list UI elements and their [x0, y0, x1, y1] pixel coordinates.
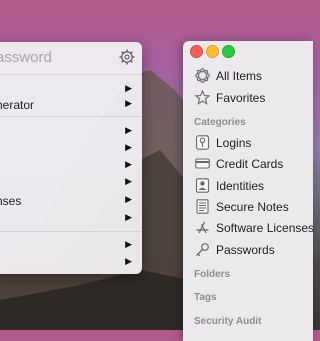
sidebar-item-label: Secure Notes	[216, 200, 289, 214]
sidebar-item-all-items[interactable]: All Items	[195, 68, 320, 86]
submenu-arrow-icon: ▶	[125, 83, 132, 93]
popup-row[interactable]: ▶	[0, 211, 142, 228]
sidebar-item-credit-cards[interactable]: Credit Cards	[195, 156, 320, 174]
sidebar-item-label: Identities	[216, 179, 265, 193]
key-icon	[195, 135, 210, 150]
main-window-sidebar: All Items Favorites Categories Logins Cr…	[183, 41, 314, 341]
submenu-arrow-icon: ▶	[125, 239, 132, 249]
divider	[0, 231, 142, 232]
popup-row-label: nerator	[0, 98, 35, 112]
app-store-icon	[196, 221, 209, 234]
submenu-arrow-icon: ▶	[125, 256, 132, 266]
all-items-icon	[195, 68, 210, 83]
popup-row[interactable]: ▶	[0, 175, 142, 192]
sidebar-item-label: All Items	[216, 69, 263, 83]
popup-row-generator[interactable]: nerator ▶	[0, 97, 142, 114]
popup-row-licenses[interactable]: nses ▶	[0, 193, 142, 210]
gear-icon[interactable]	[119, 49, 135, 65]
password-key-icon	[196, 243, 209, 257]
submenu-arrow-icon: ▶	[125, 194, 132, 204]
sidebar-item-label: Logins	[216, 136, 252, 150]
popup-row[interactable]: ▶	[0, 124, 142, 141]
sidebar-item-identities[interactable]: Identities	[195, 178, 320, 196]
sidebar-item-label: Passwords	[216, 243, 275, 257]
section-header-folders[interactable]: Folders	[194, 269, 230, 280]
star-icon	[195, 90, 210, 105]
sidebar-item-secure-notes[interactable]: Secure Notes	[195, 199, 320, 217]
sidebar-item-logins[interactable]: Logins	[195, 135, 320, 153]
section-header-security-audit[interactable]: Security Audit	[194, 316, 261, 327]
sidebar-item-label: Credit Cards	[216, 157, 284, 171]
sidebar-item-favorites[interactable]: Favorites	[195, 90, 320, 108]
submenu-arrow-icon: ▶	[125, 142, 132, 152]
sidebar-item-software-licenses[interactable]: Software Licenses	[195, 220, 320, 238]
submenu-arrow-icon: ▶	[125, 98, 132, 108]
submenu-arrow-icon: ▶	[125, 212, 132, 222]
section-header-categories: Categories	[194, 117, 246, 128]
search-input[interactable]: assword	[0, 49, 52, 66]
submenu-arrow-icon: ▶	[125, 176, 132, 186]
submenu-arrow-icon: ▶	[125, 125, 132, 135]
credit-card-icon	[195, 158, 210, 169]
submenu-arrow-icon: ▶	[125, 159, 132, 169]
sidebar-item-label: Software Licenses	[216, 221, 315, 235]
identity-icon	[195, 178, 210, 193]
note-icon	[196, 199, 209, 214]
popup-row-label: nses	[0, 194, 22, 208]
mini-popup: assword ▶ nerator ▶ ▶ ▶ ▶ ▶	[0, 42, 142, 274]
sidebar-item-passwords[interactable]: Passwords	[195, 242, 320, 260]
divider	[0, 116, 142, 117]
search-bar[interactable]: assword	[0, 42, 142, 75]
section-header-tags[interactable]: Tags	[194, 292, 217, 303]
popup-row[interactable]: ▶	[0, 238, 142, 255]
minimize-window-button[interactable]	[206, 45, 219, 58]
popup-row[interactable]: ▶	[0, 141, 142, 158]
popup-row[interactable]: ▶	[0, 158, 142, 175]
sidebar-item-label: Favorites	[216, 91, 266, 105]
zoom-window-button[interactable]	[222, 45, 235, 58]
close-window-button[interactable]	[190, 45, 203, 58]
popup-row[interactable]: ▶	[0, 255, 142, 272]
